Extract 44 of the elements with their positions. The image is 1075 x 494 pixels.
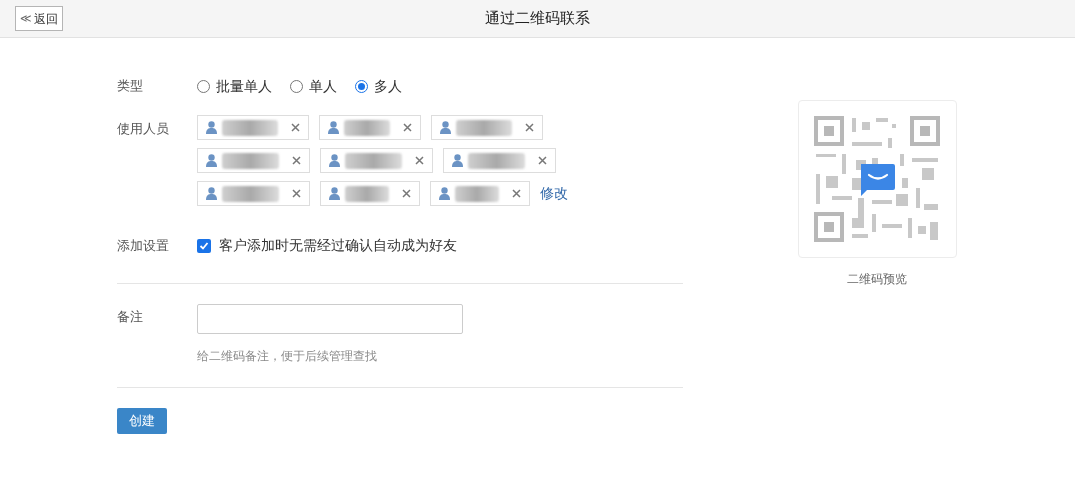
checkbox-label[interactable]: 客户添加时无需经过确认自动成为好友	[219, 235, 457, 256]
radio-label[interactable]: 批量单人	[216, 75, 272, 97]
person-icon	[328, 121, 339, 134]
radio-label[interactable]: 单人	[309, 75, 337, 97]
blurred-name	[222, 185, 279, 202]
blurred-name	[222, 152, 279, 169]
blurred-name	[345, 152, 402, 169]
person-icon	[206, 121, 217, 134]
person-icon	[329, 187, 340, 200]
person-icon	[206, 187, 217, 200]
blurred-name	[456, 119, 512, 136]
back-button[interactable]: ≪ 返回	[15, 6, 63, 31]
close-icon[interactable]	[402, 189, 411, 198]
close-icon[interactable]	[292, 156, 301, 165]
edit-link[interactable]: 修改	[540, 183, 568, 204]
close-icon[interactable]	[403, 123, 412, 132]
close-icon[interactable]	[538, 156, 547, 165]
close-icon[interactable]	[292, 189, 301, 198]
close-icon[interactable]	[415, 156, 424, 165]
qr-caption: 二维码预览	[847, 271, 907, 288]
page-title: 通过二维码联系	[485, 8, 590, 29]
person-icon	[440, 121, 451, 134]
field-label: 添加设置	[117, 236, 170, 255]
field-label: 备注	[117, 308, 144, 326]
blurred-name	[468, 152, 525, 169]
person-icon	[452, 154, 463, 167]
chevrons-left-icon: ≪	[20, 10, 32, 27]
person-icon	[329, 154, 340, 167]
close-icon[interactable]	[291, 123, 300, 132]
create-button[interactable]: 创建	[117, 408, 167, 434]
person-icon	[206, 154, 217, 167]
person-icon	[439, 187, 450, 200]
blurred-name	[222, 119, 278, 136]
field-label: 类型	[117, 77, 144, 96]
checkbox[interactable]	[197, 238, 211, 253]
hint-text: 给二维码备注，便于后续管理查找	[197, 348, 378, 365]
close-icon[interactable]	[525, 123, 534, 132]
close-icon[interactable]	[512, 189, 521, 198]
blurred-name	[345, 185, 389, 202]
radio-label[interactable]: 多人	[374, 75, 402, 97]
field-label: 使用人员	[117, 120, 170, 138]
blurred-name	[344, 119, 390, 136]
blurred-name	[455, 185, 499, 202]
note-input[interactable]	[197, 304, 463, 334]
